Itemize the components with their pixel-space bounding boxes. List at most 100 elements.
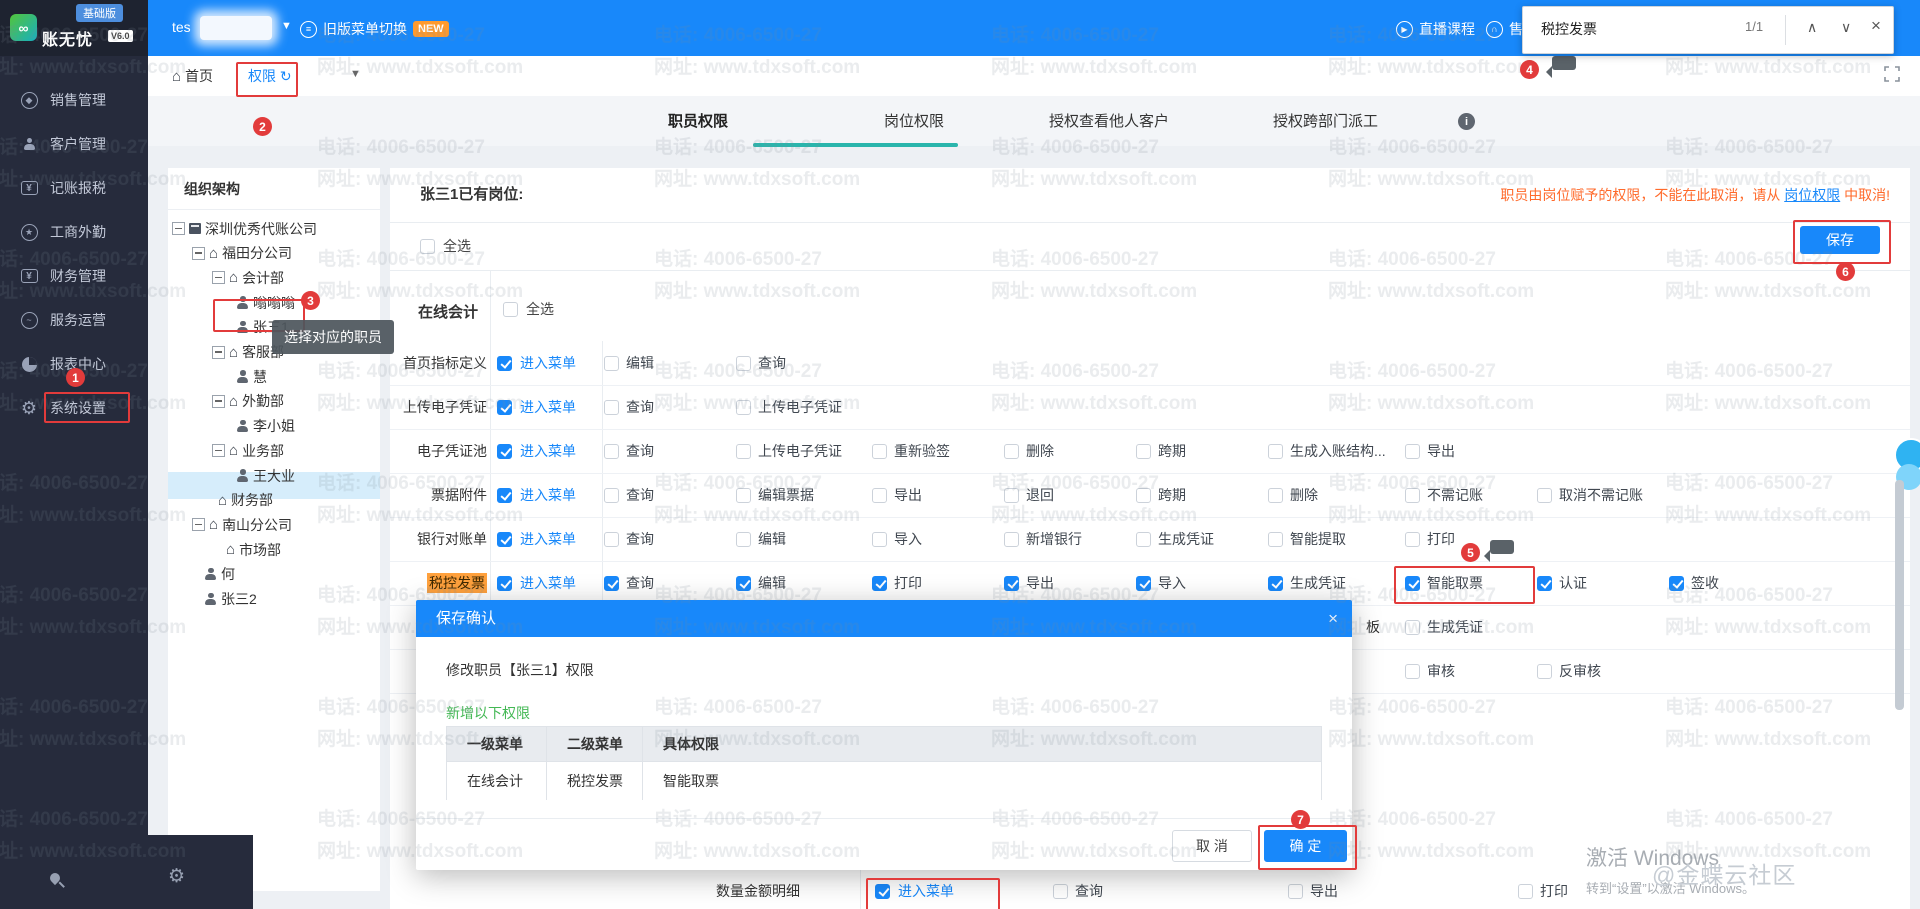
permission-item-取消不需记账[interactable]: 取消不需记账: [1537, 473, 1643, 517]
select-all-checkbox[interactable]: [420, 239, 435, 254]
permission-item-查询[interactable]: 查询: [1053, 869, 1103, 909]
permission-checkbox[interactable]: [497, 488, 512, 503]
permission-checkbox[interactable]: [736, 400, 751, 415]
permission-checkbox[interactable]: [736, 532, 751, 547]
sidebar-item-2[interactable]: 客户管理: [0, 124, 148, 164]
permission-item-跨期[interactable]: 跨期: [1136, 429, 1186, 473]
permission-item-导入[interactable]: 导入: [1136, 561, 1186, 605]
permission-item-编辑[interactable]: 编辑: [736, 561, 786, 605]
permission-checkbox[interactable]: [497, 356, 512, 371]
enter-menu-cell[interactable]: 进入菜单: [497, 429, 576, 473]
permission-item-打印[interactable]: 打印: [1518, 869, 1568, 909]
permission-checkbox[interactable]: [736, 356, 751, 371]
tree-node-深圳优秀代账公司[interactable]: 深圳优秀代账公司: [172, 216, 317, 241]
tree-node-财务部[interactable]: ⌂财务部: [218, 488, 273, 513]
permission-item-生成凭证[interactable]: 生成凭证: [1268, 561, 1346, 605]
tree-node-王大业[interactable]: 王大业: [236, 463, 295, 488]
tree-node-嗡嗡嗡[interactable]: 嗡嗡嗡: [236, 290, 295, 315]
permission-item-认证[interactable]: 认证: [1537, 561, 1587, 605]
enter-menu-link[interactable]: 进入菜单: [520, 441, 576, 461]
permission-checkbox[interactable]: [1405, 488, 1420, 503]
tree-node-李小姐[interactable]: 李小姐: [236, 414, 295, 439]
permission-checkbox[interactable]: [1518, 884, 1533, 899]
permission-item-导出[interactable]: 导出: [1004, 561, 1054, 605]
tree-node-张三2[interactable]: 张三2: [204, 587, 257, 612]
sidebar-item-6[interactable]: ~服务运营: [0, 300, 148, 340]
permission-checkbox[interactable]: [497, 576, 512, 591]
permission-item-打印[interactable]: 打印: [872, 561, 922, 605]
permission-checkbox[interactable]: [604, 532, 619, 547]
permission-item-跨期[interactable]: 跨期: [1136, 473, 1186, 517]
chevron-down-icon[interactable]: ▼: [281, 20, 292, 32]
permission-checkbox[interactable]: [1405, 620, 1420, 635]
permission-checkbox[interactable]: [1268, 576, 1283, 591]
sidebar-item-8[interactable]: ⚙系统设置: [0, 388, 148, 428]
permission-checkbox[interactable]: [1136, 576, 1151, 591]
tab-permission[interactable]: 权限 ↻: [248, 66, 292, 86]
enter-menu-link[interactable]: 进入菜单: [520, 397, 576, 417]
enter-menu-link[interactable]: 进入菜单: [520, 529, 576, 549]
tab-post-permission[interactable]: 岗位权限: [884, 110, 944, 131]
enter-menu-cell[interactable]: 进入菜单: [497, 561, 576, 605]
permission-checkbox[interactable]: [604, 400, 619, 415]
enter-menu-cell[interactable]: 进入菜单: [875, 869, 954, 909]
enter-menu-cell[interactable]: 进入菜单: [497, 385, 576, 429]
permission-checkbox[interactable]: [1537, 488, 1552, 503]
refresh-icon[interactable]: ↻: [280, 68, 292, 84]
permission-checkbox[interactable]: [872, 576, 887, 591]
permission-checkbox[interactable]: [872, 444, 887, 459]
permission-item-智能提取[interactable]: 智能提取: [1268, 517, 1346, 561]
info-icon[interactable]: i: [1458, 113, 1475, 130]
permission-item-查询[interactable]: 查询: [604, 473, 654, 517]
find-previous-icon[interactable]: ∧: [1807, 19, 1817, 36]
find-input[interactable]: 税控发票: [1541, 16, 1671, 42]
permission-item-查询[interactable]: 查询: [736, 341, 786, 385]
account-name[interactable]: tes: [172, 19, 191, 35]
permission-checkbox[interactable]: [604, 488, 619, 503]
tree-node-市场部[interactable]: ⌂市场部: [226, 537, 281, 562]
permission-checkbox[interactable]: [604, 576, 619, 591]
tab-cross-dept-dispatch[interactable]: 授权跨部门派工: [1273, 110, 1378, 131]
permission-checkbox[interactable]: [1268, 532, 1283, 547]
permission-item-生成凭证[interactable]: 生成凭证: [1405, 605, 1483, 649]
permission-checkbox[interactable]: [1537, 576, 1552, 591]
permission-item-上传电子凭证[interactable]: 上传电子凭证: [736, 429, 842, 473]
permission-checkbox[interactable]: [872, 532, 887, 547]
permission-item-查询[interactable]: 查询: [604, 561, 654, 605]
vertical-scrollbar[interactable]: [1895, 480, 1904, 710]
permission-checkbox[interactable]: [736, 576, 751, 591]
tree-node-福田分公司[interactable]: ⌂福田分公司: [192, 241, 292, 266]
permission-item-新增银行[interactable]: 新增银行: [1004, 517, 1082, 561]
permission-checkbox[interactable]: [875, 884, 890, 899]
permission-item-智能取票[interactable]: 智能取票: [1405, 561, 1483, 605]
enter-menu-link[interactable]: 进入菜单: [520, 485, 576, 505]
permission-checkbox[interactable]: [1537, 664, 1552, 679]
permission-checkbox[interactable]: [1004, 444, 1019, 459]
tree-node-会计部[interactable]: ⌂会计部: [212, 265, 284, 290]
permission-item-删除[interactable]: 删除: [1268, 473, 1318, 517]
enter-menu-link[interactable]: 进入菜单: [520, 353, 576, 373]
collapse-icon[interactable]: [192, 518, 205, 531]
enter-menu-link[interactable]: 进入菜单: [898, 881, 954, 901]
gear-icon[interactable]: ⚙: [168, 865, 185, 888]
tab-staff-permission[interactable]: 职员权限: [668, 110, 728, 131]
collapse-icon[interactable]: [172, 222, 185, 235]
sidebar-item-3[interactable]: ¥记账报税: [0, 168, 148, 208]
permission-checkbox[interactable]: [497, 400, 512, 415]
tree-node-外勤部[interactable]: ⌂外勤部: [212, 389, 284, 414]
permission-checkbox[interactable]: [1136, 532, 1151, 547]
permission-checkbox[interactable]: [736, 444, 751, 459]
permission-checkbox[interactable]: [1136, 488, 1151, 503]
collapse-icon[interactable]: [212, 444, 225, 457]
old-menu-switch[interactable]: ≡旧版菜单切换NEW: [300, 19, 449, 39]
permission-item-签收[interactable]: 签收: [1669, 561, 1719, 605]
permission-checkbox[interactable]: [736, 488, 751, 503]
permission-checkbox[interactable]: [1669, 576, 1684, 591]
tree-node-南山分公司[interactable]: ⌂南山分公司: [192, 512, 292, 537]
permission-checkbox[interactable]: [497, 444, 512, 459]
cancel-button[interactable]: 取 消: [1172, 830, 1252, 862]
permission-checkbox[interactable]: [1136, 444, 1151, 459]
permission-item-不需记账[interactable]: 不需记账: [1405, 473, 1483, 517]
tree-node-业务部[interactable]: ⌂业务部: [212, 438, 284, 463]
permission-checkbox[interactable]: [1268, 444, 1283, 459]
